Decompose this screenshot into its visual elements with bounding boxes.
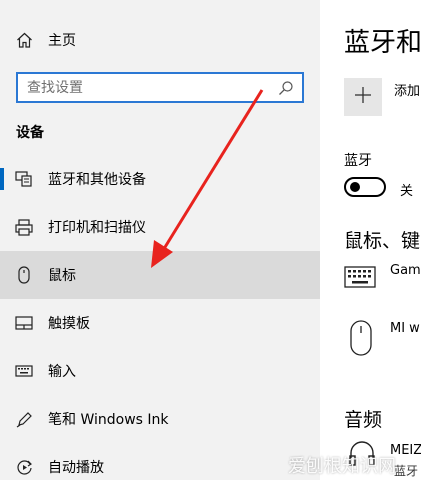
keyboard-icon [344,266,376,292]
section-title: 设备 [16,125,44,141]
sidebar-item-label: 自动播放 [48,460,104,476]
sidebar-item-label: 蓝牙和其他设备 [48,172,146,188]
section-mouse-keyboard: 鼠标、键 [344,230,421,252]
settings-content: 蓝牙和 添加 蓝牙 关 鼠标、键 Gam MI w 音频 MEIZ 蓝牙 [320,0,421,480]
mouse-icon [15,266,33,284]
mouse-icon [350,320,372,360]
bluetooth-label: 蓝牙 [344,153,372,169]
nav-home[interactable]: 主页 [0,16,320,64]
sidebar-item-mouse[interactable]: 鼠标 [0,251,320,299]
section-audio: 音频 [344,409,383,431]
bluetooth-toggle[interactable] [344,177,386,197]
sidebar-item-label: 鼠标 [48,268,76,284]
sidebar-item-label: 输入 [48,364,76,380]
nav-home-label: 主页 [48,33,76,49]
search-icon[interactable] [278,80,294,96]
settings-sidebar: 主页 设备 蓝牙和其他设备 打印机和扫描仪 鼠标 触摸板 [0,0,320,480]
printer-icon [15,218,33,236]
sidebar-item-bluetooth[interactable]: 蓝牙和其他设备 [0,155,320,203]
home-icon [15,31,33,49]
device-status: 蓝牙 [394,464,419,478]
sidebar-item-printers[interactable]: 打印机和扫描仪 [0,203,320,251]
search-input[interactable] [18,79,268,96]
watermark: 爱刨根知识网 [288,456,396,477]
add-device-button[interactable] [344,78,382,116]
touchpad-icon [15,314,33,332]
device-name[interactable]: MI w [390,321,420,336]
toggle-knob [350,182,360,192]
sidebar-item-label: 笔和 Windows Ink [48,412,169,428]
pen-icon [15,410,33,428]
sidebar-item-touchpad[interactable]: 触摸板 [0,299,320,347]
keyboard-icon [15,362,33,380]
sidebar-item-label: 打印机和扫描仪 [48,220,146,236]
plus-icon [354,86,372,108]
toggle-state-label: 关 [400,184,414,199]
page-title: 蓝牙和 [344,28,421,58]
bluetooth-devices-icon [15,170,33,188]
autoplay-icon [15,458,33,476]
sidebar-item-pen[interactable]: 笔和 Windows Ink [0,395,320,443]
sidebar-item-typing[interactable]: 输入 [0,347,320,395]
add-device-label[interactable]: 添加 [394,80,420,99]
sidebar-item-autoplay[interactable]: 自动播放 [0,443,320,480]
sidebar-item-label: 触摸板 [48,316,90,332]
search-box[interactable] [16,72,304,103]
device-name[interactable]: Gam [390,263,421,278]
